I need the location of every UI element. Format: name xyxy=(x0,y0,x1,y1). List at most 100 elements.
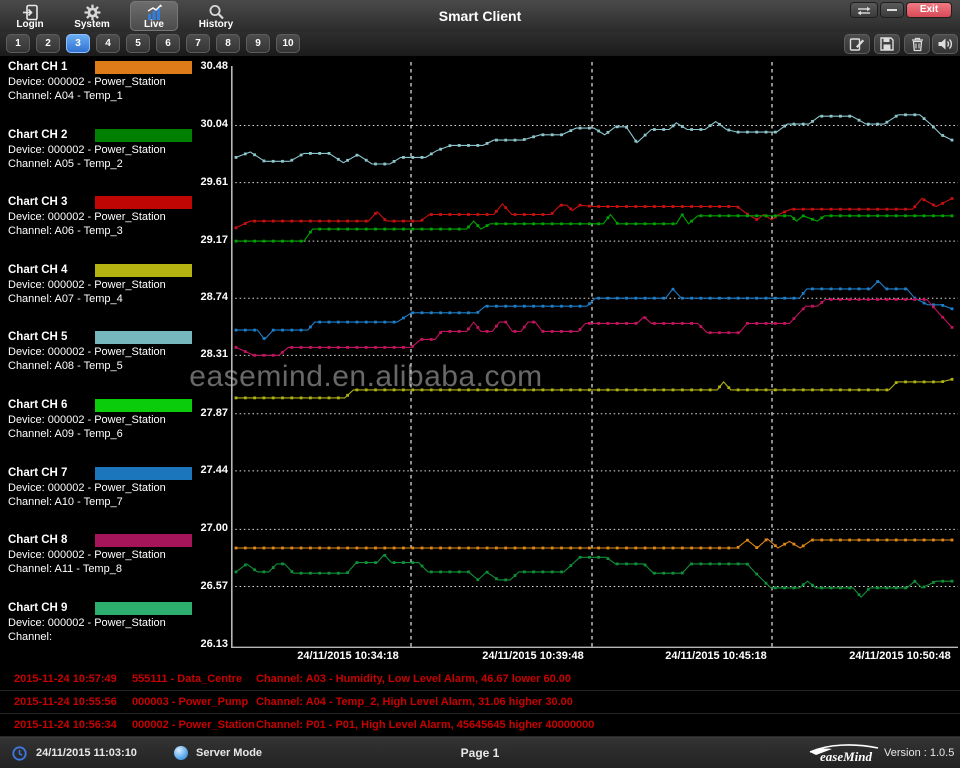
exit-button[interactable]: Exit xyxy=(907,3,951,17)
data-point xyxy=(876,123,879,126)
channel-device: Device: 000002 - Power_Station xyxy=(8,75,228,89)
page-tab-8[interactable]: 8 xyxy=(216,34,240,53)
data-point xyxy=(718,547,721,550)
page-tab-1[interactable]: 1 xyxy=(6,34,30,53)
data-point xyxy=(830,587,833,590)
alarm-row[interactable]: 2015-11-24 10:56:34000002 - Power_Statio… xyxy=(0,714,960,737)
edit-button[interactable] xyxy=(844,34,870,54)
page-tab-6[interactable]: 6 xyxy=(156,34,180,53)
data-point xyxy=(421,338,424,341)
toolbar-item-live[interactable]: Live xyxy=(130,1,178,31)
data-point xyxy=(467,144,470,147)
data-point xyxy=(374,163,377,166)
data-point xyxy=(476,389,479,392)
series-line xyxy=(236,539,952,548)
toolbar-item-system[interactable]: System xyxy=(68,1,116,31)
data-point xyxy=(783,211,786,214)
data-point xyxy=(755,573,758,576)
data-point xyxy=(411,311,414,314)
data-point xyxy=(839,208,842,211)
data-point xyxy=(402,561,405,564)
data-point xyxy=(263,397,266,400)
data-point xyxy=(737,206,740,209)
delete-button[interactable] xyxy=(904,34,930,54)
data-point xyxy=(793,389,796,392)
data-point xyxy=(876,389,879,392)
data-point xyxy=(356,346,359,349)
data-point xyxy=(430,571,433,574)
data-point xyxy=(839,539,842,542)
alarm-row[interactable]: 2015-11-24 10:57:49555111 - Data_CentreC… xyxy=(0,668,960,691)
toolbar-item-history[interactable]: History xyxy=(192,1,240,31)
page-tab-7[interactable]: 7 xyxy=(186,34,210,53)
channel-legend-item[interactable]: Chart CH 2Device: 000002 - Power_Station… xyxy=(8,128,228,171)
data-point xyxy=(625,547,628,550)
data-point xyxy=(913,205,916,208)
data-point xyxy=(542,571,545,574)
data-point xyxy=(486,305,489,308)
channel-device: Device: 000002 - Power_Station xyxy=(8,481,228,495)
page-tab-9[interactable]: 9 xyxy=(246,34,270,53)
data-point xyxy=(774,389,777,392)
data-point xyxy=(597,130,600,133)
data-point xyxy=(765,131,768,134)
channel-legend-item[interactable]: Chart CH 8Device: 000002 - Power_Station… xyxy=(8,533,228,576)
data-point xyxy=(244,222,247,225)
page-tab-10[interactable]: 10 xyxy=(276,34,300,53)
data-point xyxy=(895,115,898,118)
data-point xyxy=(597,205,600,208)
data-point xyxy=(765,539,768,542)
data-point xyxy=(634,322,637,325)
data-point xyxy=(402,547,405,550)
data-point xyxy=(913,214,916,217)
channel-legend-item[interactable]: Chart CH 3Device: 000002 - Power_Station… xyxy=(8,195,228,238)
data-point xyxy=(290,159,293,162)
data-point xyxy=(290,329,293,332)
page-tab-5[interactable]: 5 xyxy=(126,34,150,53)
data-point xyxy=(476,326,479,329)
channel-legend-item[interactable]: Chart CH 6Device: 000002 - Power_Station… xyxy=(8,398,228,441)
page-tab-3[interactable]: 3 xyxy=(66,34,90,53)
save-button[interactable] xyxy=(874,34,900,54)
data-point xyxy=(709,214,712,217)
data-point xyxy=(793,217,796,220)
data-point xyxy=(662,572,665,575)
data-point xyxy=(634,547,637,550)
data-point xyxy=(495,305,498,308)
channel-id: Channel: A09 - Temp_6 xyxy=(8,427,228,441)
data-point xyxy=(514,139,517,142)
alarm-row[interactable]: 2015-11-24 10:55:56000003 - Power_PumpCh… xyxy=(0,691,960,714)
sound-button[interactable] xyxy=(932,34,958,54)
data-point xyxy=(913,580,916,583)
data-point xyxy=(867,123,870,126)
alarm-device: 000002 - Power_Station xyxy=(132,719,255,731)
data-point xyxy=(700,297,703,300)
data-point xyxy=(365,547,368,550)
y-axis-tick-label: 27.87 xyxy=(186,407,228,419)
data-point xyxy=(579,305,582,308)
toolbar-item-login[interactable]: Login xyxy=(6,1,54,31)
channel-color-swatch xyxy=(95,399,192,412)
page-tab-2[interactable]: 2 xyxy=(36,34,60,53)
series-line xyxy=(236,300,952,356)
data-point xyxy=(672,288,675,291)
data-point xyxy=(644,564,647,567)
data-point xyxy=(309,572,312,575)
window-switch-button[interactable] xyxy=(851,3,877,17)
data-point xyxy=(569,389,572,392)
data-point xyxy=(923,117,926,120)
data-point xyxy=(300,397,303,400)
data-point xyxy=(356,220,359,223)
data-point xyxy=(504,305,507,308)
data-point xyxy=(486,213,489,216)
page-tab-4[interactable]: 4 xyxy=(96,34,120,53)
data-point xyxy=(886,208,889,211)
data-point xyxy=(802,583,805,586)
data-point xyxy=(588,205,591,208)
data-point xyxy=(765,214,768,217)
window-minimize-button[interactable] xyxy=(881,3,903,17)
data-point xyxy=(532,222,535,225)
data-point xyxy=(690,205,693,208)
data-point xyxy=(579,389,582,392)
data-point xyxy=(383,554,386,557)
